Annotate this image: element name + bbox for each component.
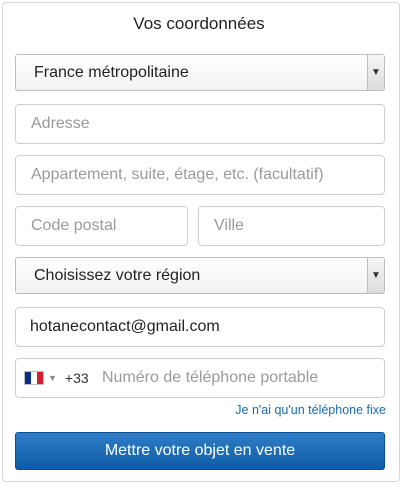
region-select[interactable]: Choisissez votre région ▼ bbox=[15, 257, 385, 294]
address2-input[interactable]: Appartement, suite, étage, etc. (faculta… bbox=[15, 155, 385, 195]
chevron-down-icon[interactable]: ▼ bbox=[367, 258, 384, 293]
country-select-value: France métropolitaine bbox=[34, 63, 189, 81]
france-flag-icon bbox=[24, 371, 44, 385]
city-placeholder: Ville bbox=[214, 217, 244, 234]
address-placeholder: Adresse bbox=[31, 115, 90, 132]
postal-code-input[interactable]: Code postal bbox=[15, 206, 188, 246]
region-select-value: Choisissez votre région bbox=[34, 266, 201, 284]
caret-down-icon[interactable]: ▼ bbox=[48, 373, 57, 383]
country-select[interactable]: France métropolitaine ▼ bbox=[15, 54, 385, 91]
submit-listing-button[interactable]: Mettre votre objet en vente bbox=[15, 432, 385, 470]
form-title: Vos coordonnées bbox=[133, 14, 265, 33]
email-value: hotanecontact@gmail.com bbox=[30, 318, 220, 335]
chevron-down-icon[interactable]: ▼ bbox=[367, 55, 384, 90]
country-code-selector[interactable]: ▼ +33 bbox=[24, 359, 89, 397]
email-input[interactable]: hotanecontact@gmail.com bbox=[15, 307, 385, 347]
city-input[interactable]: Ville bbox=[198, 206, 385, 246]
postal-code-placeholder: Code postal bbox=[31, 217, 117, 234]
dial-code: +33 bbox=[64, 370, 89, 386]
phone-input[interactable]: ▼ +33 Numéro de téléphone portable bbox=[15, 358, 385, 398]
phone-placeholder: Numéro de téléphone portable bbox=[102, 369, 319, 386]
address2-placeholder: Appartement, suite, étage, etc. (faculta… bbox=[31, 166, 324, 183]
landline-only-link[interactable]: Je n'ai qu'un téléphone fixe bbox=[235, 403, 386, 417]
address-input[interactable]: Adresse bbox=[15, 104, 385, 144]
